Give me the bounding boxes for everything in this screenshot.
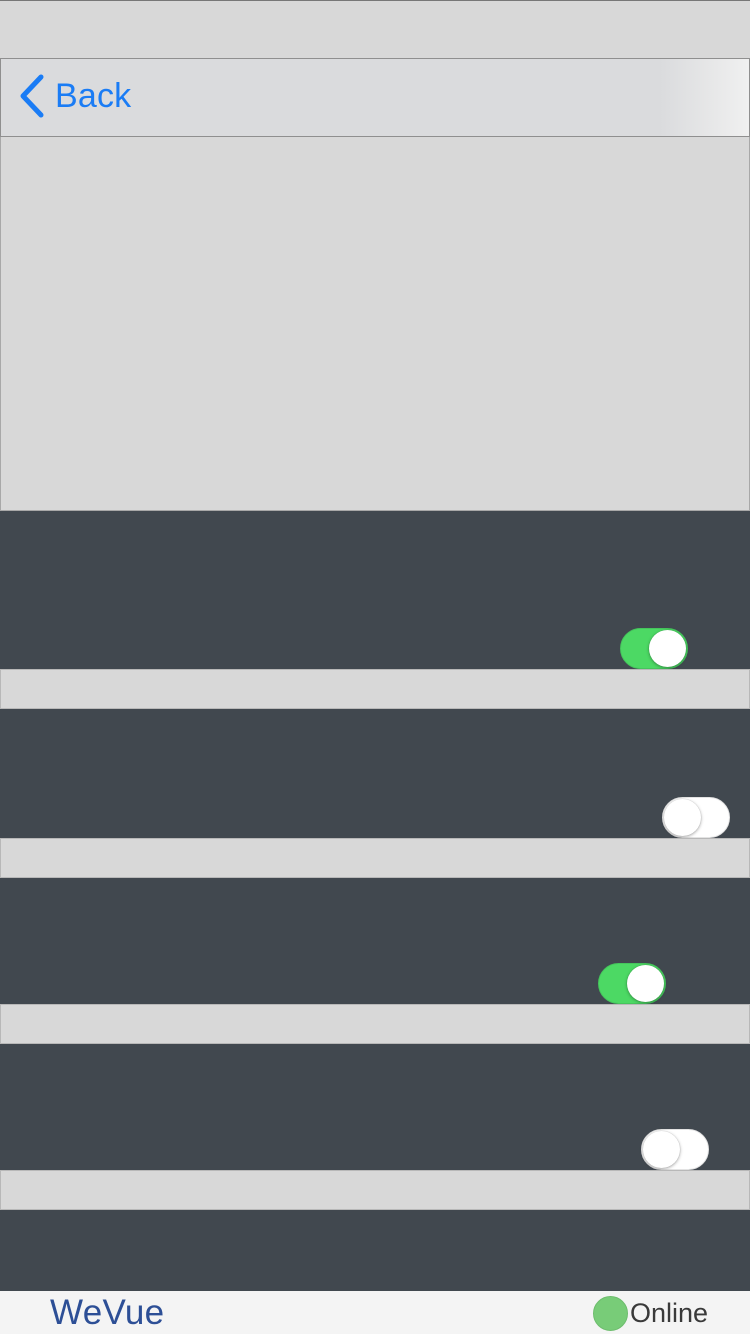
toggle-knob: [627, 965, 664, 1002]
setting-row: [0, 1210, 750, 1291]
row-separator: [0, 1004, 750, 1044]
setting-row: [0, 511, 750, 669]
row-separator: [0, 669, 750, 709]
online-status: Online: [592, 1296, 708, 1331]
setting-row: [0, 878, 750, 1004]
toggle-switch-4[interactable]: [641, 1129, 709, 1170]
back-button[interactable]: Back: [19, 73, 131, 119]
online-status-label: Online: [629, 1298, 708, 1328]
toggle-switch-2[interactable]: [662, 797, 730, 838]
chevron-left-icon: [19, 74, 45, 118]
row-separator: [0, 838, 750, 878]
footer-bar: WeVue Online: [0, 1291, 750, 1334]
setting-row: [0, 709, 750, 838]
navigation-bar: Back: [0, 58, 750, 137]
setting-row: [0, 1044, 750, 1170]
row-separator: [0, 1170, 750, 1210]
status-dot-icon: [592, 1296, 628, 1331]
toggle-switch-1[interactable]: [620, 628, 688, 669]
content-panel: [0, 137, 750, 511]
brand-logo-text: WeVue: [50, 1293, 165, 1332]
toggle-knob: [643, 1131, 680, 1168]
back-label: Back: [55, 77, 132, 115]
app-screen: Back WeVue Online: [0, 0, 750, 1334]
toggle-switch-3[interactable]: [598, 963, 666, 1004]
toggle-knob: [664, 799, 701, 836]
toggle-knob: [649, 630, 686, 667]
status-bar-area: [0, 0, 750, 58]
